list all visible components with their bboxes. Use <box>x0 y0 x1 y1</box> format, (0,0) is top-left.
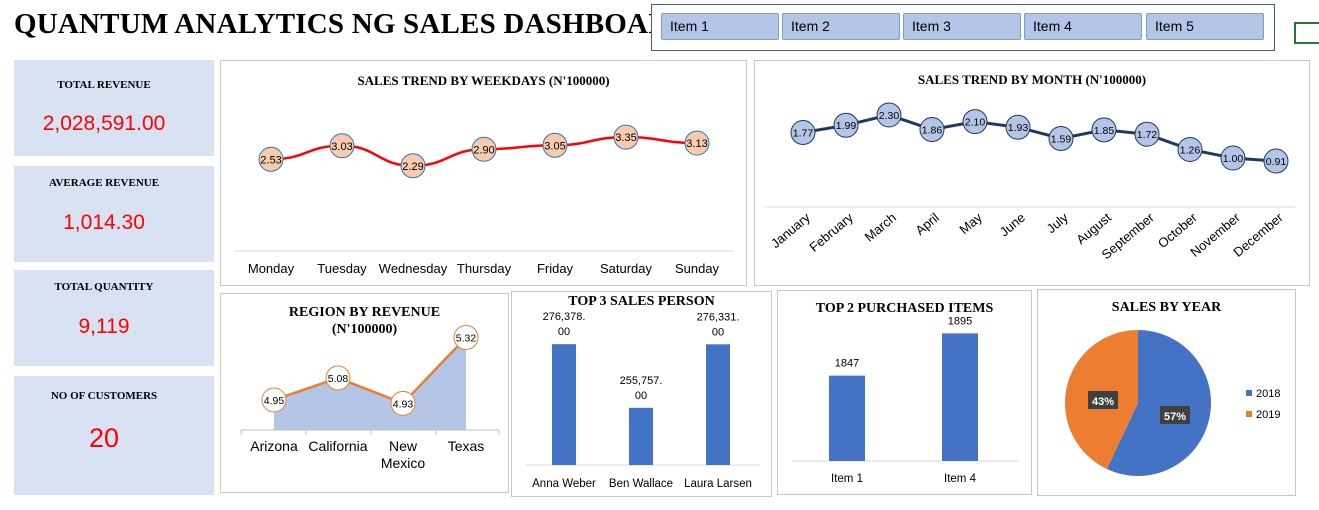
data-label: 43% <box>1092 396 1114 408</box>
data-label: 276,378. <box>543 311 586 323</box>
data-label: 3.03 <box>331 141 352 153</box>
kpi-value: 9,119 <box>78 315 130 338</box>
slicer-item-4[interactable]: Item 4 <box>1024 13 1142 40</box>
x-tick-label: Thursday <box>457 261 512 276</box>
data-label: 00 <box>558 326 570 338</box>
selected-cell-indicator <box>1294 22 1319 44</box>
kpi-value: 2,028,591.00 <box>42 112 166 135</box>
data-label: 2.29 <box>402 161 423 173</box>
item-slicer: Item 1 Item 2 Item 3 Item 4 Item 5 <box>651 4 1275 51</box>
kpi-label: TOTAL REVENUE <box>57 79 151 91</box>
slicer-item-5[interactable]: Item 5 <box>1146 13 1264 40</box>
data-label: 2.90 <box>473 144 494 156</box>
x-tick-label: Saturday <box>600 261 653 276</box>
data-label: 1.93 <box>1008 122 1029 134</box>
x-tick-label: April <box>912 210 942 238</box>
x-tick-label: Texas <box>448 438 485 454</box>
region-revenue-panel: REGION BY REVENUE (N'100000) 4.95 5.08 4.9… <box>220 293 509 493</box>
x-tick-label: Ben Wallace <box>609 478 673 490</box>
x-tick-label: March <box>862 210 899 245</box>
kpi-total-quantity: TOTAL QUANTITY 9,119 <box>14 270 214 366</box>
weekday-trend-panel: SALES TREND BY WEEKDAYS (N'100000) 2.53 M… <box>220 60 747 286</box>
data-label: 4.95 <box>264 395 285 407</box>
kpi-label: TOTAL QUANTITY <box>54 281 154 293</box>
month-trend-panel: SALES TREND BY MONTH (N'100000) 1.77 Janu… <box>754 60 1310 286</box>
x-tick-label: New <box>389 438 418 454</box>
x-tick-label: February <box>806 209 856 254</box>
top-items-panel: TOP 2 PURCHASED ITEMS 1847 Item 1 1895 Item… <box>777 290 1032 495</box>
data-label: 00 <box>635 390 647 402</box>
x-tick-label: Arizona <box>250 438 298 454</box>
data-label: 3.35 <box>615 132 636 144</box>
slicer-item-3[interactable]: Item 3 <box>903 13 1021 40</box>
legend-swatch <box>1246 411 1252 417</box>
data-label: 1847 <box>835 358 859 370</box>
data-label: 00 <box>712 326 724 338</box>
data-label: 3.13 <box>686 138 707 150</box>
legend-label: 2019 <box>1256 409 1280 421</box>
weekday-line-chart: 2.53 Monday 3.03 Tuesday 2.29 Wednesday 2.90 Th… <box>235 124 733 276</box>
data-label: 0.91 <box>1266 156 1287 168</box>
data-label: 255,757. <box>620 375 663 387</box>
data-label: 1.85 <box>1094 125 1115 137</box>
kpi-total-revenue: TOTAL REVENUE 2,028,591.00 <box>14 60 214 156</box>
data-label: 5.32 <box>456 333 477 345</box>
kpi-customers: NO OF CUSTOMERS 20 <box>14 376 214 495</box>
sales-person-bar-chart: 276,378. 00 Anna Weber 255,757. 00 Ben Wallac… <box>526 311 760 490</box>
legend-swatch <box>1246 390 1252 396</box>
data-label: 2.10 <box>965 117 986 129</box>
bar <box>942 333 978 461</box>
data-label: 1.86 <box>922 125 943 137</box>
year-pie-chart: 57% 43% 2018 2019 <box>1065 330 1280 476</box>
data-label: 3.05 <box>544 140 565 152</box>
x-tick-label: July <box>1044 209 1072 236</box>
bar <box>829 375 865 461</box>
data-label: 1.99 <box>836 120 857 132</box>
x-tick-label: Monday <box>248 261 295 276</box>
data-label: 2.30 <box>879 110 900 122</box>
top-sales-person-panel: TOP 3 SALES PERSON 276,378. 00 Anna Weber 2… <box>511 291 772 497</box>
bar <box>552 344 576 465</box>
kpi-value: 1,014.30 <box>63 211 145 234</box>
x-tick-label: Sunday <box>675 261 720 276</box>
month-line-chart: 1.77January1.99February2.30March1.86Apri… <box>765 102 1295 262</box>
data-label: 276,331. <box>697 311 740 323</box>
kpi-label: NO OF CUSTOMERS <box>50 390 158 402</box>
x-tick-label: Wednesday <box>379 261 448 276</box>
x-tick-label: Anna Weber <box>532 478 596 490</box>
kpi-value: 20 <box>88 423 120 453</box>
series-line <box>802 113 1277 163</box>
legend-label: 2018 <box>1256 388 1280 400</box>
x-tick-label: June <box>997 210 1028 240</box>
kpi-average-revenue: AVERAGE REVENUE 1,014.30 <box>14 166 214 262</box>
area-fill <box>274 337 466 430</box>
data-label: 1.59 <box>1051 134 1072 146</box>
data-label: 57% <box>1164 411 1186 423</box>
bar <box>706 344 730 465</box>
data-label: 4.93 <box>393 398 414 410</box>
kpi-label: AVERAGE REVENUE <box>48 177 160 189</box>
region-area-chart: 4.95 5.08 4.93 5.32 Arizona California NewMexi… <box>240 325 500 471</box>
x-tick-label: Item 1 <box>831 473 863 485</box>
x-tick-label: Item 4 <box>944 473 977 485</box>
slicer-item-1[interactable]: Item 1 <box>661 13 779 40</box>
data-label: 2.53 <box>260 154 281 166</box>
x-tick-label: Friday <box>537 261 574 276</box>
data-label: 5.08 <box>328 373 349 385</box>
slicer-item-2[interactable]: Item 2 <box>782 13 900 40</box>
data-label: 1.00 <box>1223 153 1244 165</box>
bar <box>629 407 653 465</box>
page-title: QUANTUM ANALYTICS NG SALES DASHBOARD <box>14 8 691 40</box>
x-tick-label: Laura Larsen <box>684 478 752 490</box>
data-label: 1.26 <box>1180 144 1201 156</box>
data-label: 1895 <box>948 315 972 327</box>
items-bar-chart: 1847 Item 1 1895 Item 4 <box>792 315 1018 485</box>
x-tick-label: May <box>956 209 985 237</box>
x-tick-label: California <box>308 438 367 454</box>
data-label: 1.72 <box>1137 129 1158 141</box>
data-label: 1.77 <box>793 128 814 140</box>
x-tick-label: Tuesday <box>317 261 367 276</box>
x-tick-label: Mexico <box>381 455 426 471</box>
sales-by-year-panel: SALES BY YEAR 57% 43% 2018 2019 <box>1037 289 1296 496</box>
